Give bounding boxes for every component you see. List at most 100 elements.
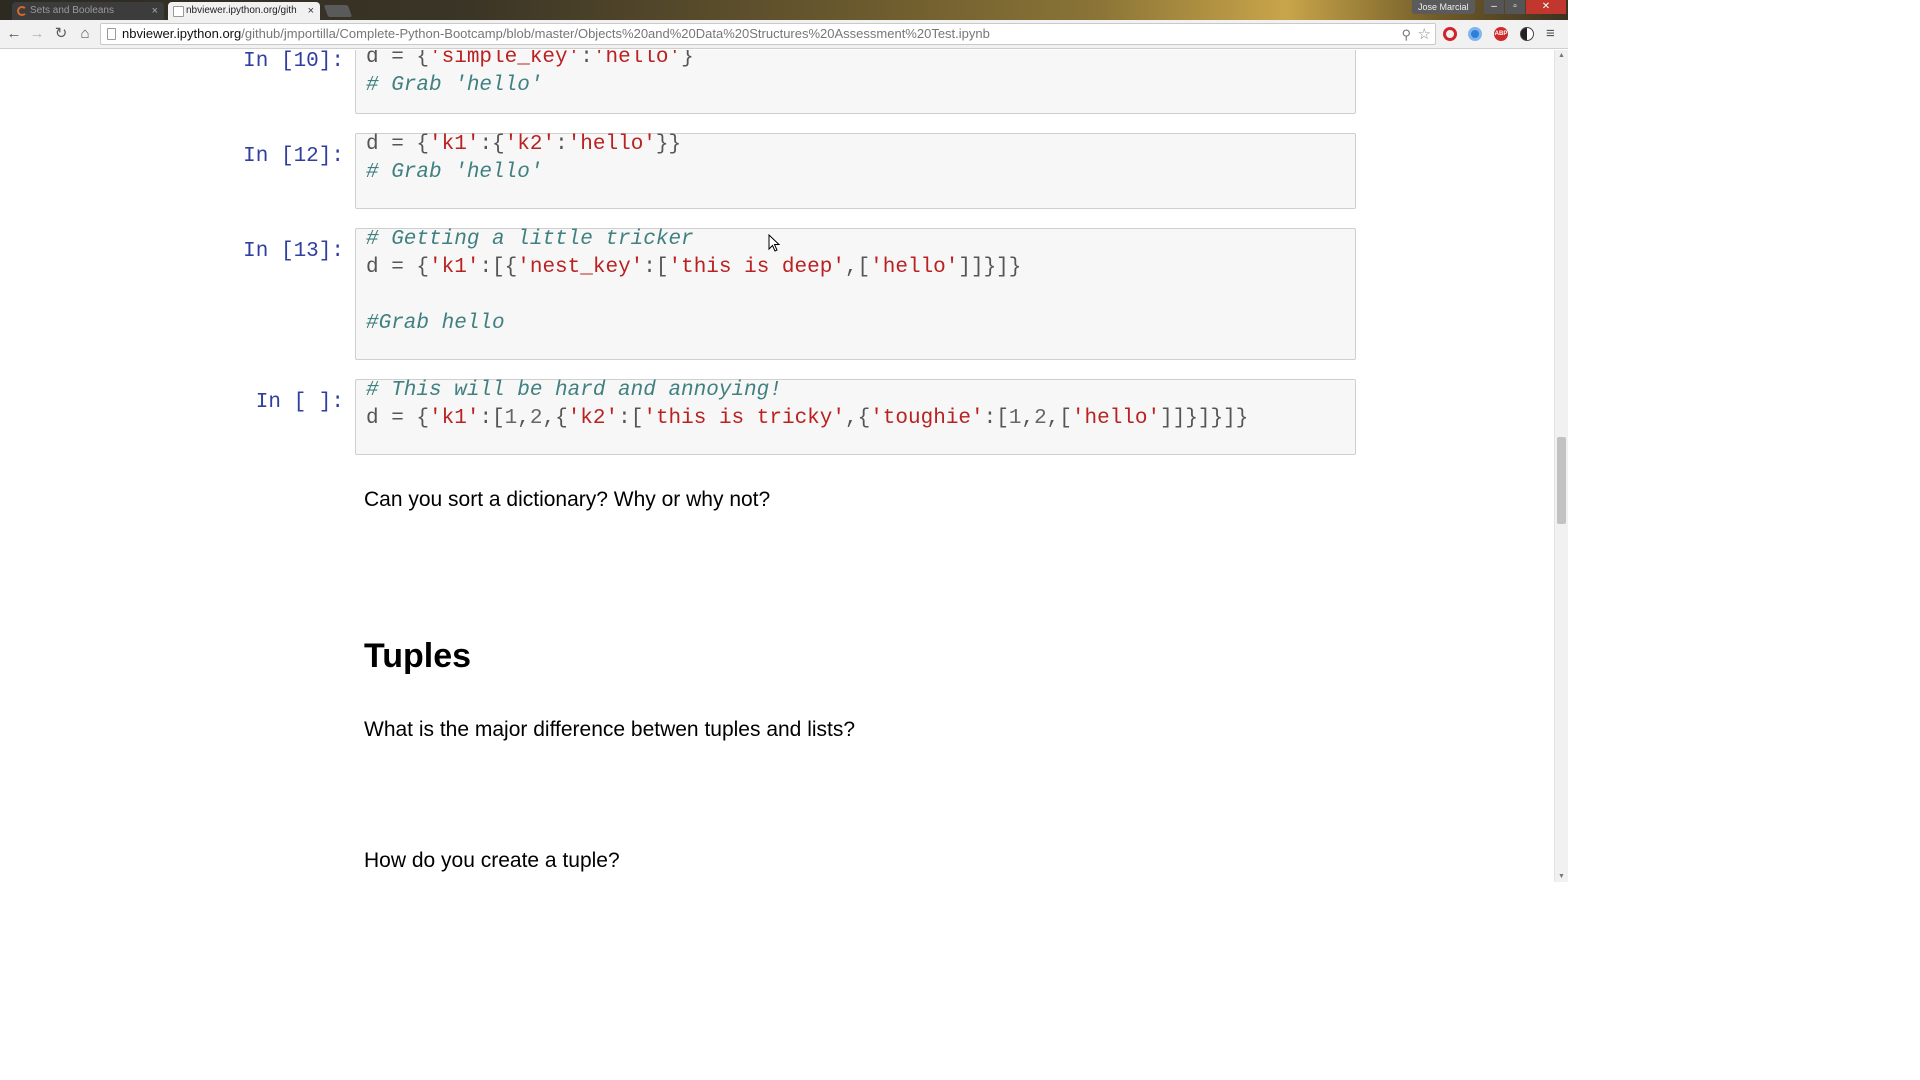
cell-prompt: In [10]: <box>243 50 344 73</box>
code-token: ,[ <box>1046 407 1072 430</box>
code-token: 1 <box>1008 407 1022 430</box>
code-token: ,[ <box>844 256 871 279</box>
new-tab-button[interactable] <box>323 5 353 17</box>
code-token: : <box>580 50 593 69</box>
code-token: 'nest_key' <box>517 256 644 279</box>
code-token: d = { <box>366 407 430 430</box>
url-host: nbviewer.ipython.org <box>122 26 242 41</box>
url-text[interactable]: nbviewer.ipython.org/github/jmportilla/C… <box>122 24 990 44</box>
code-token: :{ <box>479 133 505 156</box>
bookmark-star-icon[interactable]: ☆ <box>1418 25 1431 45</box>
code-token: 'this is deep' <box>668 256 845 279</box>
home-button[interactable]: ⌂ <box>75 24 95 44</box>
code-token: 'k1' <box>429 256 480 279</box>
page-info-icon[interactable] <box>107 28 116 40</box>
code-token: # This will be hard and annoying! <box>366 379 782 402</box>
code-token: : <box>555 133 568 156</box>
code-line[interactable]: # Grab 'hello' <box>366 74 542 97</box>
page-icon <box>173 6 184 17</box>
search-icon[interactable]: ⚲ <box>1401 25 1411 45</box>
code-token: ]]}]} <box>958 256 1022 279</box>
code-token: #Grab hello <box>366 312 505 335</box>
code-line[interactable]: d = {'simple_key':'hello'} <box>366 50 694 69</box>
reload-button[interactable]: ↻ <box>51 24 71 44</box>
sync-icon[interactable] <box>1468 27 1482 41</box>
code-token: 'simple_key' <box>429 50 581 69</box>
code-token: 'k2' <box>504 133 556 156</box>
code-line[interactable]: # Grab 'hello' <box>366 161 542 184</box>
tab-title: nbviewer.ipython.org/gith <box>186 5 297 16</box>
code-line[interactable]: #Grab hello <box>366 312 505 335</box>
tab-title: Sets and Booleans <box>30 5 114 16</box>
maximize-button[interactable]: ▫ <box>1505 0 1525 14</box>
close-window-button[interactable]: ✕ <box>1526 0 1566 14</box>
minimize-button[interactable]: – <box>1484 0 1504 14</box>
menu-icon[interactable]: ≡ <box>1546 24 1555 44</box>
code-token: 2 <box>529 407 543 430</box>
cell-prompt: In [ ]: <box>255 391 344 414</box>
code-cell[interactable]: d = {'k1':{'k2':'hello'}} # Grab 'hello' <box>355 133 1356 209</box>
dark-mode-icon[interactable] <box>1520 27 1534 41</box>
code-line[interactable]: d = {'k1':[1,2,{'k2':['this is tricky',{… <box>366 407 1248 430</box>
code-token: 'hello' <box>1071 407 1161 430</box>
code-token: , <box>517 407 530 430</box>
profile-name[interactable]: Jose Marcial <box>1412 0 1475 14</box>
code-token: 'k1' <box>429 407 480 430</box>
notebook-page: In [10]: d = {'simple_key':'hello'} # Gra… <box>0 50 1554 882</box>
code-token: :[ <box>643 256 669 279</box>
mouse-cursor-icon <box>768 234 780 252</box>
question-create-tuple: How do you create a tuple? <box>364 849 620 872</box>
forward-button[interactable]: → <box>27 24 47 44</box>
code-token: 'hello' <box>592 50 682 69</box>
window-titlebar: Sets and Booleans × nbviewer.ipython.org… <box>0 0 1568 20</box>
code-token: ,{ <box>542 407 568 430</box>
code-token: }} <box>655 133 682 156</box>
code-token: :[ <box>983 407 1009 430</box>
code-cell[interactable]: # Getting a little tricker d = {'k1':[{'n… <box>355 228 1356 360</box>
code-cell[interactable]: # This will be hard and annoying! d = {'k… <box>355 379 1356 455</box>
code-token: 2 <box>1034 407 1047 430</box>
heading-tuples: Tuples <box>364 637 472 675</box>
cell-prompt: In [13]: <box>243 240 344 263</box>
code-token: ]]}]}]} <box>1160 407 1249 430</box>
close-tab-icon[interactable]: × <box>152 2 158 20</box>
code-line[interactable]: # This will be hard and annoying! <box>366 379 782 402</box>
code-token: :[ <box>618 407 644 430</box>
back-button[interactable]: ← <box>4 24 24 44</box>
code-token: ,{ <box>844 407 871 430</box>
code-token: d = { <box>366 133 430 156</box>
code-token: :[ <box>479 407 505 430</box>
code-token: , <box>1021 407 1035 430</box>
opera-icon[interactable] <box>1443 27 1457 41</box>
address-bar[interactable]: nbviewer.ipython.org/github/jmportilla/C… <box>100 23 1436 45</box>
browser-toolbar: ← → ↻ ⌂ nbviewer.ipython.org/github/jmpo… <box>0 20 1568 49</box>
code-line[interactable]: # Getting a little tricker <box>366 228 694 251</box>
code-token: 1 <box>504 407 518 430</box>
code-token: 'k1' <box>429 133 480 156</box>
page-scrollbar[interactable]: ▲ ▼ <box>1554 50 1568 882</box>
code-token: d = { <box>366 50 430 69</box>
loading-icon <box>17 6 27 16</box>
code-token: # Grab 'hello' <box>366 161 543 184</box>
tab-sets-and-booleans[interactable]: Sets and Booleans × <box>12 2 164 20</box>
code-line[interactable]: d = {'k1':{'k2':'hello'}} <box>366 133 681 156</box>
code-token: :[{ <box>479 256 518 279</box>
code-token: # Getting a little tricker <box>366 228 694 251</box>
tab-nbviewer[interactable]: nbviewer.ipython.org/gith × <box>168 2 320 20</box>
scrollbar-thumb[interactable] <box>1557 436 1566 524</box>
code-token: 'toughie' <box>870 407 984 430</box>
adblock-icon[interactable]: ABP <box>1494 27 1508 41</box>
cell-prompt: In [12]: <box>243 145 344 168</box>
code-token: d = { <box>366 256 430 279</box>
code-token: } <box>681 50 694 69</box>
code-token: 'hello' <box>870 256 959 279</box>
code-cell[interactable]: d = {'simple_key':'hello'} # Grab 'hello' <box>355 50 1356 114</box>
question-tuple-difference: What is the major difference betwen tupl… <box>364 718 856 741</box>
code-token: 'hello' <box>567 133 656 156</box>
close-tab-icon[interactable]: × <box>308 2 314 20</box>
code-token: 'this is tricky' <box>643 407 845 430</box>
code-line[interactable]: d = {'k1':[{'nest_key':['this is deep',[… <box>366 256 1021 279</box>
scroll-down-icon[interactable]: ▼ <box>1558 873 1565 880</box>
code-token: # Grab 'hello' <box>366 74 543 97</box>
scroll-up-icon[interactable]: ▲ <box>1558 52 1565 59</box>
